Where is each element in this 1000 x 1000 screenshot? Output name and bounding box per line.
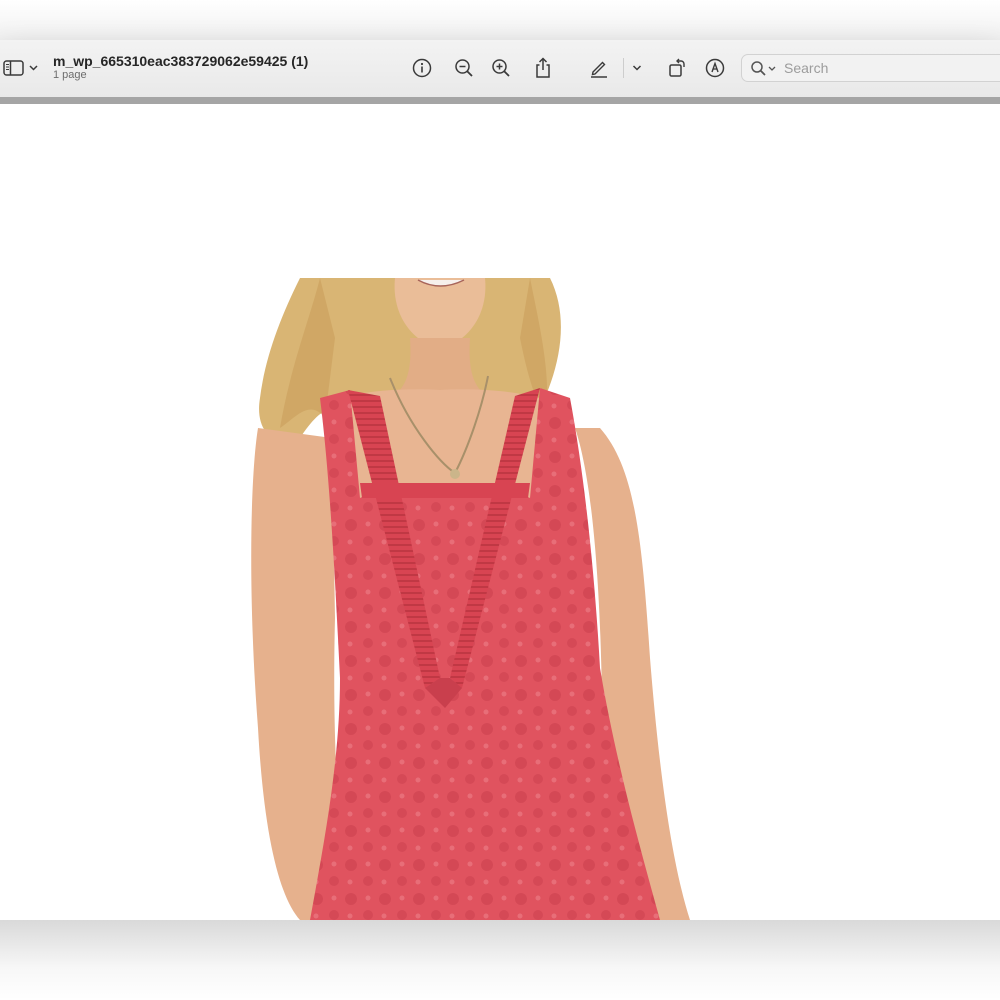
search-icon — [750, 60, 776, 77]
toolbar: m_wp_665310eac383729062e59425 (1) 1 page — [0, 40, 1000, 98]
rotate-icon — [669, 58, 685, 77]
zoom-out-icon — [455, 59, 473, 77]
product-photo — [251, 278, 690, 920]
window-bottom-shadow — [0, 920, 1000, 1000]
chevron-down-icon — [632, 65, 642, 71]
search-field[interactable] — [741, 54, 1000, 82]
rotate-button[interactable] — [664, 55, 690, 81]
page-count: 1 page — [53, 69, 87, 81]
zoom-in-icon — [492, 59, 510, 77]
toolbar-bottom-border — [0, 97, 1000, 104]
markup-options-button[interactable] — [624, 55, 650, 81]
sidebar-icon — [3, 60, 24, 76]
share-button[interactable] — [530, 55, 556, 81]
window-top-shadow — [0, 0, 1000, 40]
info-button[interactable] — [409, 55, 435, 81]
sidebar-toggle-button[interactable] — [2, 57, 42, 79]
markup-button[interactable] — [586, 55, 612, 81]
annotate-button[interactable] — [702, 55, 728, 81]
document-page — [0, 104, 1000, 920]
preview-window: m_wp_665310eac383729062e59425 (1) 1 page — [0, 40, 1000, 920]
chevron-down-icon — [29, 65, 38, 71]
document-title: m_wp_665310eac383729062e59425 (1) — [53, 53, 309, 69]
markup-circle-icon — [705, 58, 725, 78]
search-input[interactable] — [784, 60, 984, 76]
info-icon — [412, 58, 432, 78]
zoom-in-button[interactable] — [488, 55, 514, 81]
share-icon — [536, 57, 550, 78]
pen-icon — [591, 61, 607, 78]
zoom-out-button[interactable] — [451, 55, 477, 81]
document-title-block: m_wp_665310eac383729062e59425 (1) 1 page — [53, 53, 308, 82]
